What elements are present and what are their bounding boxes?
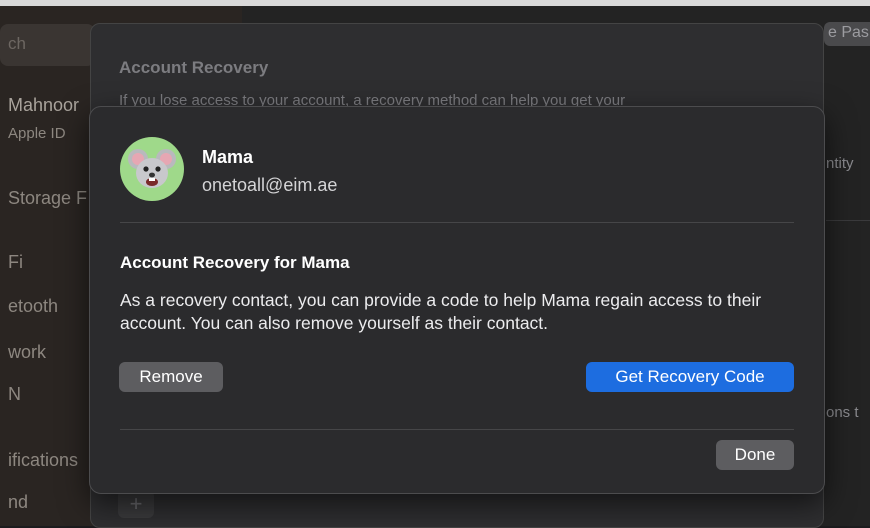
divider-bottom — [120, 429, 794, 430]
dialog-heading: Account Recovery for Mama — [120, 253, 350, 272]
get-recovery-code-button[interactable]: Get Recovery Code — [586, 362, 794, 392]
dialog-description: As a recovery contact, you can provide a… — [120, 290, 762, 333]
sidebar-account-sub: Apple ID — [8, 125, 66, 142]
sheet-title: Account Recovery — [119, 58, 269, 77]
background-partial-text-2: ons t — [826, 404, 859, 421]
remove-button[interactable]: Remove — [119, 362, 223, 392]
mouse-memoji-icon — [128, 149, 176, 188]
recovery-contact-dialog: Mama onetoall@eim.ae Account Recovery fo… — [89, 106, 825, 494]
avatar — [120, 137, 184, 201]
sidebar-item-network[interactable]: work — [8, 342, 46, 363]
sidebar-item-sound[interactable]: nd — [8, 492, 28, 513]
add-contact-button[interactable]: + — [118, 490, 154, 518]
sidebar-search-field[interactable]: ch — [0, 24, 95, 66]
background-divider — [826, 220, 870, 221]
done-button[interactable]: Done — [716, 440, 794, 470]
sidebar-item-wifi[interactable]: Fi — [8, 252, 23, 273]
divider-top — [120, 222, 794, 223]
contact-email: onetoall@eim.ae — [202, 175, 338, 195]
sidebar-item-storage[interactable]: Storage F — [8, 188, 87, 209]
background-partial-button: e Pas — [824, 22, 870, 46]
search-placeholder: ch — [8, 34, 26, 53]
sidebar-item-vpn[interactable]: N — [8, 384, 21, 405]
background-partial-text-1: ntity — [826, 155, 854, 172]
sidebar-item-notifications[interactable]: ifications — [8, 450, 78, 471]
sidebar-item-bluetooth[interactable]: etooth — [8, 296, 58, 317]
contact-name: Mama — [202, 147, 254, 167]
sidebar-account-name[interactable]: Mahnoor — [8, 95, 79, 116]
background-partial-button-label: e Pas — [828, 24, 869, 41]
